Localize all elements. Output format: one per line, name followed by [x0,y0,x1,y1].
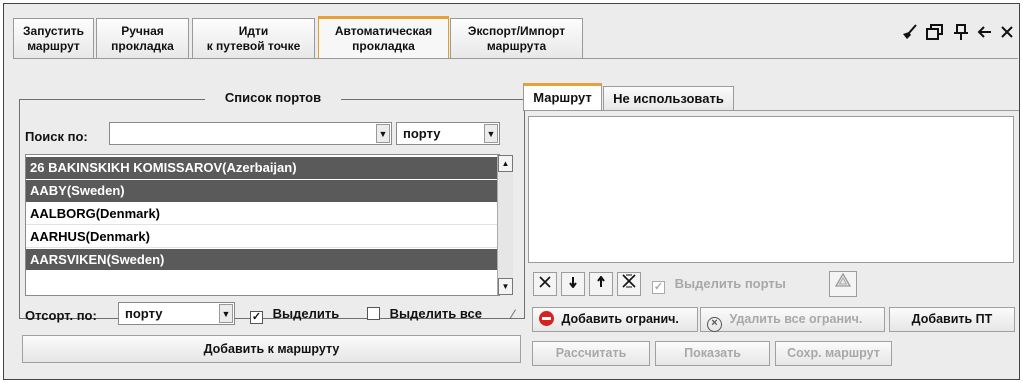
tab-do-not-use[interactable]: Не использовать [603,86,734,111]
search-input[interactable]: ▼ [109,122,392,145]
tab-start-route[interactable]: Запустить маршрут [13,18,94,58]
tab-route[interactable]: Маршрут [523,83,602,111]
back-arrow-icon[interactable] [977,24,993,44]
tab-label: Идти к путевой точке [206,23,301,53]
sort-label: Отсорт. по: [25,308,97,323]
route-list[interactable] [528,116,1014,263]
search-by-value: порту [403,126,441,141]
tab-label: Ручная прокладка [111,23,174,53]
tab-manual-plotting[interactable]: Ручная прокладка [96,18,189,58]
stop-icon [539,311,554,326]
close-icon[interactable] [1000,24,1014,44]
chevron-down-icon[interactable]: ▼ [484,124,498,143]
tab-divider [13,58,1018,59]
add-to-route-button[interactable]: Добавить к маршруту [22,335,521,363]
checkbox-checked-icon[interactable]: ✓ [250,311,263,324]
chevron-down-icon[interactable]: ▼ [376,124,390,143]
calculate-button[interactable]: Рассчитать [532,341,650,366]
pin-icon[interactable] [953,24,969,44]
list-item[interactable]: AARSVIKEN(Sweden) [26,249,498,270]
tab-label: Автоматическая прокладка [334,24,433,53]
checkbox-unchecked-icon[interactable] [367,307,380,320]
scroll-up-icon[interactable]: ▲ [498,155,513,172]
highlight-label: Выделить [272,306,340,321]
tab-export-import[interactable]: Экспорт/Импорт маршрута [450,18,583,58]
list-item[interactable]: 26 BAKINSKIKH KOMISSAROV(Azerbaijan) [26,157,498,179]
show-ports-checkbox[interactable]: ✓ Выделить порты [652,276,786,294]
route-tabs-divider [523,110,1019,111]
scroll-down-icon[interactable]: ▼ [498,278,513,295]
tab-label: Запустить маршрут [23,23,84,53]
clear-all-icon[interactable] [617,272,641,296]
add-restriction-label: Добавить огранич. [561,312,679,326]
highlight-all-label: Выделить все [389,306,482,321]
sort-by-value: порту [125,306,163,321]
list-item[interactable]: AARHUS(Denmark) [26,226,498,248]
search-by-select[interactable]: порту ▼ [396,122,500,145]
remove-all-label: Удалить все огранич. [729,312,863,326]
tab-auto-plotting[interactable]: Автоматическая прокладка [318,16,449,59]
highlight-all-checkbox[interactable]: Выделить все [367,306,482,321]
scrollbar[interactable]: ▲ ▼ [497,155,513,295]
remove-circle-icon: × [707,317,722,332]
group-frame-line [19,99,205,100]
tab-go-to-waypoint[interactable]: Идти к путевой точке [192,18,315,58]
save-route-button[interactable]: Сохр. маршрут [775,341,892,366]
overflow-glyph: ⁄ [512,307,515,321]
chevron-down-icon[interactable]: ▼ [219,304,233,323]
list-item[interactable]: AABY(Sweden) [26,180,498,202]
collapse-up-icon[interactable] [829,271,857,297]
move-up-icon[interactable] [589,272,613,296]
show-ports-label: Выделить порты [674,276,786,291]
restore-window-icon[interactable] [926,24,944,44]
checkbox-checked-icon[interactable]: ✓ [652,281,665,294]
move-down-icon[interactable] [561,272,585,296]
tab-label: Экспорт/Импорт маршрута [467,23,566,53]
search-label: Поиск по: [25,129,88,144]
show-button[interactable]: Показать [655,341,770,366]
list-item[interactable]: AALBORG(Denmark) [26,203,498,225]
add-restriction-button[interactable]: Добавить огранич. [532,307,698,332]
route-planner-window: Запустить маршрут Ручная прокладка Идти … [3,3,1020,380]
ports-group-title: Список портов [224,90,322,105]
add-waypoint-button[interactable]: Добавить ПТ [889,307,1015,332]
highlight-checkbox[interactable]: ✓ Выделить [250,306,339,324]
group-frame-line [341,99,525,100]
delete-icon[interactable] [533,272,557,296]
remove-all-restrictions-button[interactable]: × Удалить все огранич. [700,307,885,332]
sort-by-select[interactable]: порту ▼ [118,302,235,325]
broom-icon[interactable] [901,24,919,44]
